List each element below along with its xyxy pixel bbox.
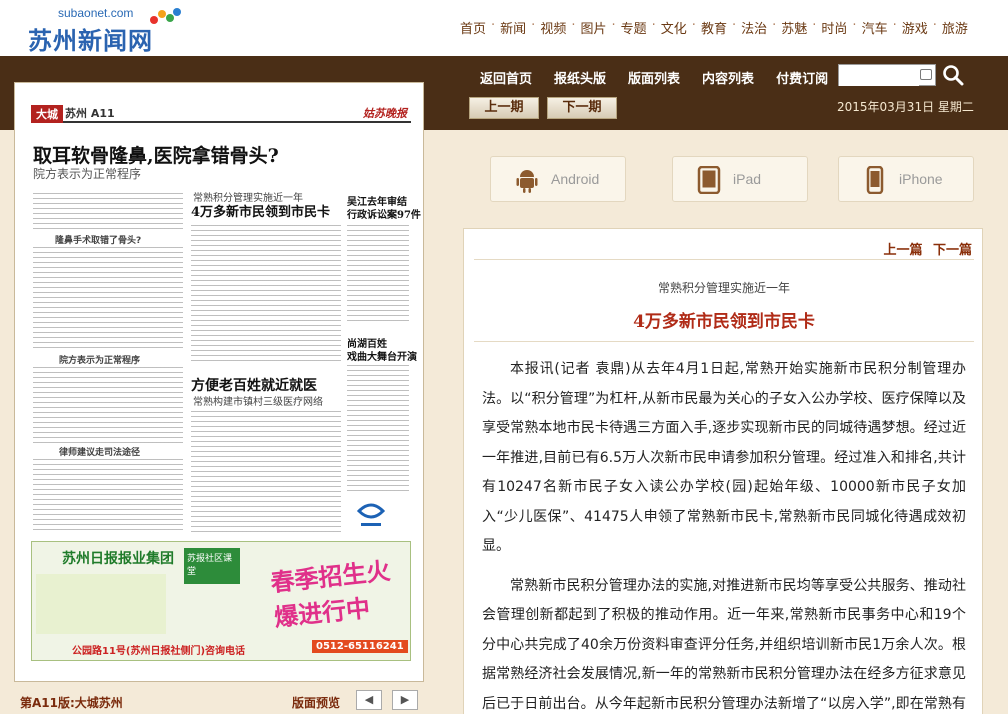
- main-nav-item[interactable]: 报纸头版: [554, 68, 606, 87]
- logo-dots-icon: [150, 8, 181, 24]
- divider: [474, 341, 974, 342]
- top-nav-item[interactable]: 新闻: [500, 18, 526, 37]
- site-header: subaonet.com 苏州新闻网 首页 · 新闻 · 视频 · 图片 · 专题 · 文化 · 教育 ·…: [0, 0, 1008, 56]
- story-headline-line2[interactable]: 行政诉讼案97件: [347, 206, 421, 221]
- story-headline[interactable]: 方便老百姓就近就医: [191, 375, 317, 395]
- nav-separator: ·: [852, 18, 857, 33]
- top-nav-item[interactable]: 教育: [701, 18, 727, 37]
- article-kicker: 常熟积分管理实施近一年: [657, 281, 790, 295]
- platform-label: Android: [551, 171, 600, 187]
- prev-page-button[interactable]: ◀: [356, 690, 382, 710]
- page-bar: 第A11版:大城苏州 版面预览 ◀ ▶: [14, 690, 424, 714]
- text-block: [33, 191, 183, 231]
- nav-separator: ·: [611, 18, 616, 33]
- top-nav-item[interactable]: 时尚: [821, 18, 847, 37]
- ad-brand: 苏州日报报业集团: [62, 551, 174, 567]
- article-paragraph: 常熟新市民积分管理办法的实施,对推进新市民均等享受公共服务、推动社会管理创新都起…: [482, 577, 966, 712]
- search-box[interactable]: [838, 64, 936, 86]
- telecom-logo-icon: [356, 503, 386, 526]
- main-nav: 返回首页 报纸头版 版面列表 内容列表 付费订阅: [480, 68, 850, 87]
- text-block: [33, 365, 183, 443]
- newspaper-page[interactable]: 大城 苏州 A11 姑苏晚报 取耳软骨隆鼻,医院拿错骨头? 院方表示为正常程序 …: [14, 82, 424, 682]
- page-number: 苏州 A11: [65, 107, 115, 120]
- keyboard-icon[interactable]: [920, 69, 932, 80]
- nav-separator: ·: [812, 18, 817, 33]
- main-nav-item[interactable]: 版面列表: [628, 68, 680, 87]
- nav-separator: ·: [651, 18, 656, 33]
- logo-name: 苏州新闻网: [28, 27, 153, 55]
- search-icon[interactable]: [942, 64, 964, 86]
- ad-address: 公园路11号(苏州日报社侧门)咨询电话: [72, 646, 246, 657]
- article-panel: 上一篇 下一篇 常熟积分管理实施近一年 4万多新市民领到市民卡 本报讯(记者 袁…: [463, 228, 983, 714]
- top-nav-item[interactable]: 法治: [741, 18, 767, 37]
- top-nav-item[interactable]: 苏魅: [781, 18, 807, 37]
- page-label[interactable]: 第A11版:大城苏州: [20, 694, 123, 711]
- search-input[interactable]: [839, 66, 919, 86]
- story-kicker: 常熟构建市镇村三级医疗网络: [193, 397, 323, 408]
- next-page-button[interactable]: ▶: [392, 690, 418, 710]
- lead-headline[interactable]: 取耳软骨隆鼻,医院拿错骨头?: [33, 141, 279, 168]
- main-nav-item[interactable]: 内容列表: [702, 68, 754, 87]
- nav-separator: ·: [491, 18, 496, 33]
- nav-separator: ·: [691, 18, 696, 33]
- nav-separator: ·: [892, 18, 897, 33]
- nav-separator: ·: [531, 18, 536, 33]
- story-headline-line2[interactable]: 戏曲大舞台开演: [347, 348, 417, 363]
- top-nav-item[interactable]: 旅游: [942, 18, 968, 37]
- top-nav: 首页 · 新闻 · 视频 · 图片 · 专题 · 文化 · 教育 · 法治 · 苏魅 · 时尚 · 汽车 · 游戏 · 旅游: [460, 18, 968, 37]
- android-icon: [516, 170, 538, 193]
- ad-phone: 0512-65116241: [312, 640, 408, 653]
- nav-separator: ·: [731, 18, 737, 33]
- phone-icon: [866, 166, 884, 194]
- next-issue-button[interactable]: 下一期: [547, 97, 617, 119]
- top-nav-item[interactable]: 文化: [661, 18, 687, 37]
- text-block: [191, 223, 341, 363]
- ad-slogan: 春季招生火爆进行中: [269, 555, 392, 633]
- text-block: [33, 245, 183, 351]
- platform-iphone[interactable]: iPhone: [838, 156, 974, 202]
- story-headline[interactable]: 4万多新市民领到市民卡: [191, 201, 330, 220]
- article-nav: 上一篇 下一篇: [883, 239, 972, 258]
- prev-article-link[interactable]: 上一篇: [883, 243, 922, 258]
- platform-ipad[interactable]: iPad: [672, 156, 808, 202]
- ad-badge: 苏报社区课堂: [184, 548, 240, 584]
- top-nav-item[interactable]: 汽车: [862, 18, 888, 37]
- nav-separator: ·: [932, 18, 937, 33]
- top-nav-item[interactable]: 游戏: [902, 18, 928, 37]
- lead-subhead: 院方表示为正常程序: [33, 167, 142, 181]
- text-block: [347, 223, 409, 323]
- top-nav-item[interactable]: 视频: [540, 18, 566, 37]
- article-paragraph: 本报讯(记者 袁鼎)从去年4月1日起,常熟开始实施新市民积分制管理办法。以“积分…: [482, 361, 966, 554]
- platform-android[interactable]: Android: [490, 156, 626, 202]
- text-block: [191, 409, 341, 533]
- text-block: [347, 363, 409, 493]
- main-nav-item[interactable]: 付费订阅: [776, 68, 828, 87]
- section-label: 大城: [31, 105, 63, 123]
- nav-separator: ·: [571, 18, 576, 33]
- prev-issue-button[interactable]: 上一期: [469, 97, 539, 119]
- preview-label: 版面预览: [292, 696, 341, 710]
- text-block: [33, 457, 183, 533]
- paper-brand: 姑苏晚报: [363, 107, 407, 120]
- advertisement-banner[interactable]: 苏州日报报业集团 苏报社区课堂 春季招生火爆进行中 公园路11号(苏州日报社侧门…: [31, 541, 411, 661]
- divider: [474, 259, 974, 260]
- next-article-link[interactable]: 下一篇: [933, 243, 972, 258]
- tablet-icon: [697, 166, 721, 194]
- issue-date: 2015年03月31日 星期二: [837, 100, 974, 114]
- ad-course-list: [36, 574, 166, 634]
- top-nav-item[interactable]: 图片: [580, 18, 606, 37]
- article-body: 本报讯(记者 袁鼎)从去年4月1日起,常熟开始实施新市民积分制管理办法。以“积分…: [482, 355, 966, 714]
- nav-separator: ·: [772, 18, 777, 33]
- site-logo[interactable]: subaonet.com 苏州新闻网: [18, 6, 188, 55]
- main-nav-item[interactable]: 返回首页: [480, 68, 532, 87]
- logo-url: subaonet.com: [58, 6, 134, 20]
- platform-label: iPad: [733, 171, 762, 187]
- platform-label: iPhone: [899, 171, 943, 187]
- top-nav-item[interactable]: 首页: [460, 18, 486, 37]
- top-nav-item[interactable]: 专题: [621, 18, 647, 37]
- article-title: 4万多新市民领到市民卡: [633, 312, 815, 332]
